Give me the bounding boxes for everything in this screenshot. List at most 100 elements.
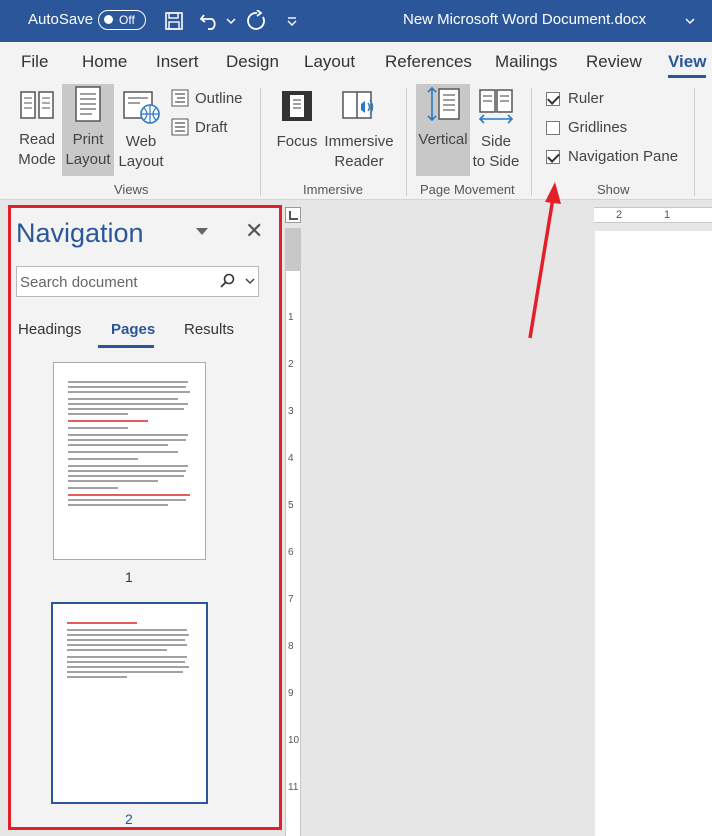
navigation-pane-label: Navigation Pane — [568, 148, 679, 165]
gridlines-label: Gridlines — [568, 119, 628, 136]
web-layout-label: Web Layout — [118, 133, 164, 170]
ribbon-tabs: File Home Insert Design Layout Reference… — [0, 42, 712, 82]
ruler-label: Ruler — [568, 90, 604, 107]
side-to-side-icon — [478, 89, 514, 124]
vertical-button[interactable]: Vertical — [416, 84, 470, 176]
save-icon[interactable] — [162, 9, 186, 33]
search-document-input[interactable]: Search document — [16, 266, 259, 297]
ruler-checkbox[interactable]: Ruler — [546, 90, 604, 107]
vertical-icon — [427, 86, 460, 122]
tab-review[interactable]: Review — [586, 52, 642, 72]
draft-label: Draft — [195, 118, 228, 136]
vertical-ruler[interactable]: 1 2 3 4 5 6 7 8 9 10 11 — [285, 228, 301, 836]
side-to-side-button[interactable]: Side to Side — [470, 86, 522, 174]
ruler-number: 11 — [288, 782, 299, 793]
ruler-number: 8 — [288, 641, 294, 652]
draft-icon — [171, 118, 189, 136]
vertical-label: Vertical — [418, 131, 468, 148]
autosave-state: Off — [119, 13, 135, 27]
tab-insert[interactable]: Insert — [156, 52, 199, 72]
focus-icon — [282, 91, 312, 121]
chevron-down-icon[interactable] — [245, 278, 255, 286]
navigation-pane: Navigation ✕ Search document Headings Pa… — [8, 205, 282, 830]
tab-results[interactable]: Results — [184, 321, 234, 338]
active-tab-indicator — [668, 75, 706, 78]
tab-headings[interactable]: Headings — [18, 321, 81, 338]
group-divider — [260, 88, 261, 196]
web-layout-button[interactable]: Web Layout — [115, 86, 167, 174]
gridlines-check-icon — [546, 120, 560, 135]
focus-button[interactable]: Focus — [272, 86, 322, 174]
read-mode-icon — [20, 91, 54, 119]
document-title: New Microsoft Word Document.docx — [403, 11, 647, 28]
tab-file[interactable]: File — [21, 52, 48, 72]
title-bar: AutoSave Off New Microsoft Word Document… — [0, 0, 712, 42]
undo-dropdown-icon[interactable] — [224, 9, 238, 33]
autosave-label: AutoSave — [28, 11, 94, 28]
immersive-group-label: Immersive — [303, 182, 363, 197]
pane-options-icon[interactable] — [196, 228, 208, 235]
navigation-pane-title: Navigation — [16, 218, 144, 248]
tab-pages[interactable]: Pages — [111, 321, 155, 338]
show-group-label: Show — [597, 182, 630, 197]
print-layout-label: Print Layout — [65, 131, 111, 168]
navigation-pane-check-icon — [546, 149, 560, 164]
search-placeholder: Search document — [20, 274, 138, 291]
tab-references[interactable]: References — [385, 52, 472, 72]
ruler-number: 9 — [288, 688, 294, 699]
immersive-reader-label: Immersive Reader — [324, 133, 394, 170]
side-to-side-label: Side to Side — [472, 133, 520, 170]
undo-icon[interactable] — [197, 9, 223, 33]
navigation-pane-checkbox[interactable]: Navigation Pane — [546, 148, 678, 165]
close-icon[interactable]: ✕ — [245, 218, 263, 244]
title-dropdown-icon[interactable] — [683, 9, 697, 33]
ruler-number: 3 — [288, 406, 294, 417]
views-group-label: Views — [114, 182, 149, 197]
group-divider — [694, 88, 695, 196]
ruler-number: 4 — [288, 453, 294, 464]
immersive-reader-button[interactable]: Immersive Reader — [323, 86, 395, 174]
tab-layout[interactable]: Layout — [304, 52, 355, 72]
ruler-number: 7 — [288, 594, 294, 605]
read-mode-label: Read Mode — [18, 131, 56, 168]
outline-button[interactable]: Outline — [171, 89, 243, 107]
tab-selector[interactable] — [285, 207, 301, 223]
ruler-check-icon — [546, 91, 560, 106]
document-page[interactable] — [595, 231, 712, 836]
autosave-toggle[interactable]: Off — [98, 10, 146, 30]
page-thumbnail-2[interactable] — [51, 602, 208, 804]
ruler-number: 1 — [288, 312, 294, 323]
outline-icon — [171, 89, 189, 107]
focus-label: Focus — [276, 133, 318, 150]
horizontal-ruler[interactable]: 2 1 — [594, 207, 712, 223]
ruler-margin-shade — [286, 228, 300, 271]
tab-mailings[interactable]: Mailings — [495, 52, 557, 72]
tab-design[interactable]: Design — [226, 52, 279, 72]
ruler-number: 2 — [288, 359, 294, 370]
search-icon[interactable] — [219, 273, 235, 289]
redo-icon[interactable] — [244, 9, 270, 33]
tab-home[interactable]: Home — [82, 52, 127, 72]
group-divider — [406, 88, 407, 196]
tab-view[interactable]: View — [668, 52, 706, 72]
read-mode-button[interactable]: Read Mode — [12, 86, 62, 174]
print-layout-button[interactable]: Print Layout — [62, 84, 114, 176]
print-layout-icon — [75, 86, 101, 122]
immersive-reader-icon — [342, 91, 374, 119]
active-navtab-indicator — [98, 345, 154, 348]
annotation-arrow — [528, 182, 561, 339]
page-number-2: 2 — [125, 811, 133, 827]
web-layout-icon — [123, 91, 160, 124]
ruler-number: 2 — [616, 209, 623, 221]
gridlines-checkbox[interactable]: Gridlines — [546, 119, 627, 136]
customize-qat-icon[interactable] — [284, 9, 300, 33]
page-movement-group-label: Page Movement — [420, 182, 515, 197]
ruler-number: 1 — [664, 209, 671, 221]
draft-button[interactable]: Draft — [171, 118, 228, 136]
page-number-1: 1 — [125, 569, 133, 585]
ruler-number: 6 — [288, 547, 294, 558]
ruler-number: 5 — [288, 500, 294, 511]
outline-label: Outline — [195, 89, 243, 107]
ruler-number: 10 — [288, 735, 300, 746]
page-thumbnail-1[interactable] — [53, 362, 206, 560]
